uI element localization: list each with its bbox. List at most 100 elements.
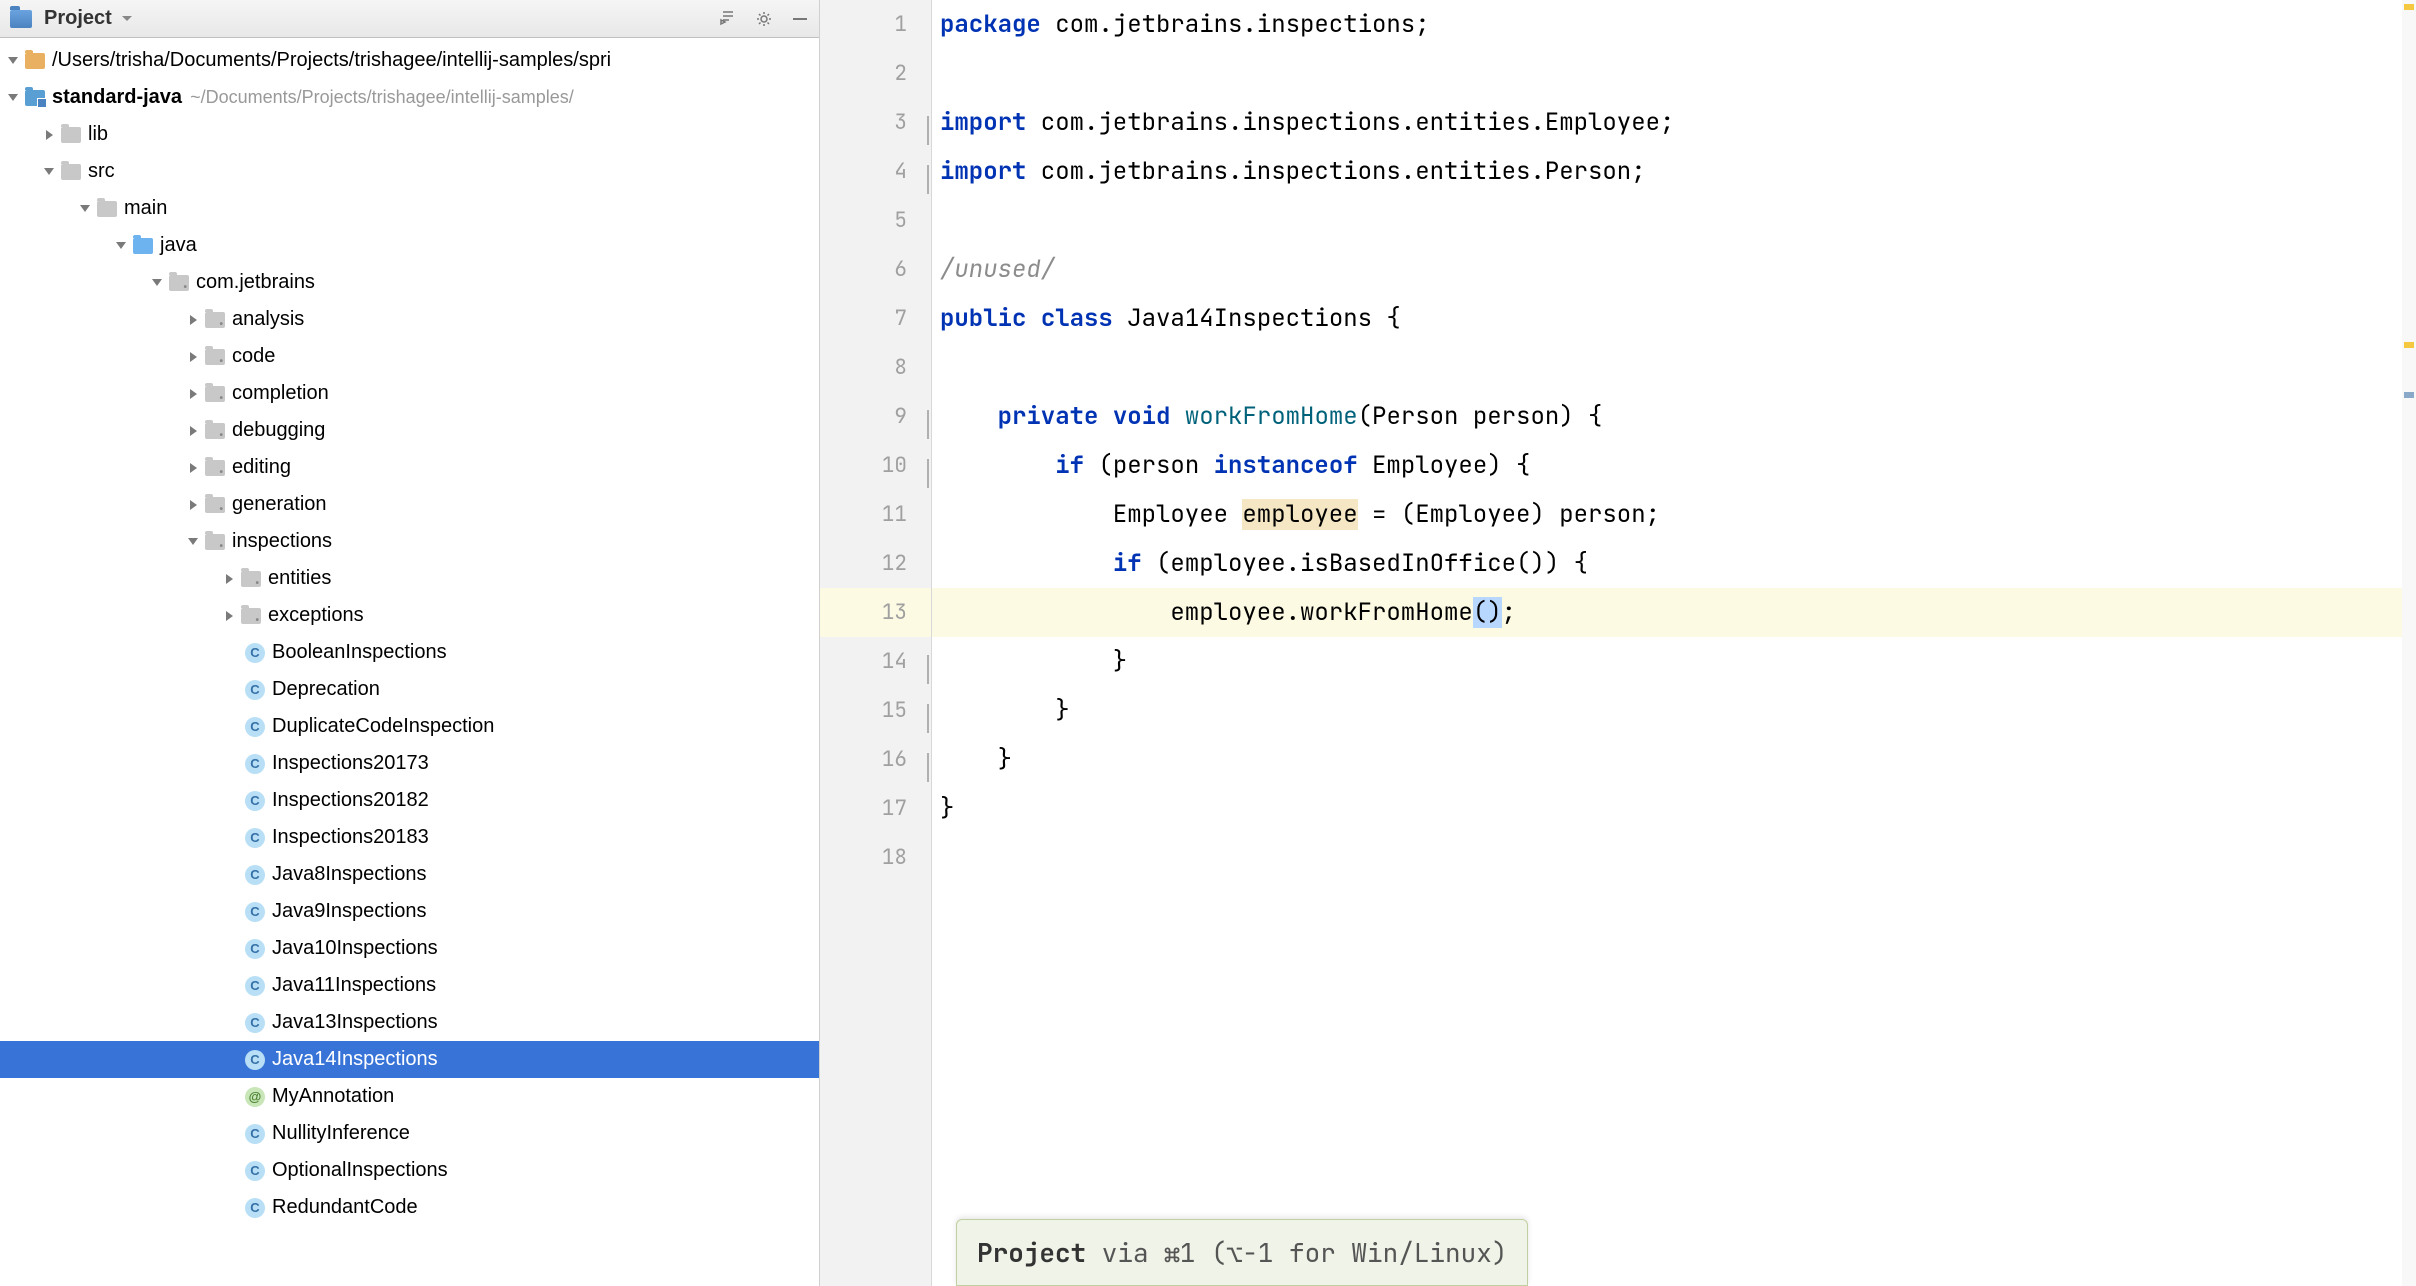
tree-folder-main[interactable]: main	[0, 190, 819, 227]
gutter-line-number[interactable]: 11	[820, 490, 931, 539]
disclosure-collapsed-icon[interactable]	[222, 609, 236, 623]
disclosure-collapsed-icon[interactable]	[186, 387, 200, 401]
gutter-line-number[interactable]: 18	[820, 833, 931, 882]
tree-module[interactable]: standard-java ~/Documents/Projects/trish…	[0, 79, 819, 116]
gutter-line-number[interactable]: 12	[820, 539, 931, 588]
tree-package-analysis[interactable]: analysis	[0, 301, 819, 338]
disclosure-expanded-icon[interactable]	[186, 535, 200, 549]
code-area[interactable]: package com.jetbrains.inspections; impor…	[932, 0, 2416, 1286]
gutter-line-number[interactable]: 17	[820, 784, 931, 833]
tree-class-nullity-inference[interactable]: C NullityInference	[0, 1115, 819, 1152]
tree-package-com-jetbrains[interactable]: com.jetbrains	[0, 264, 819, 301]
gear-icon[interactable]	[755, 10, 773, 28]
code-line[interactable]: /unused/	[932, 245, 2416, 294]
tree-class-java8-inspections[interactable]: C Java8Inspections	[0, 856, 819, 893]
fold-toggle-icon[interactable]	[927, 704, 929, 733]
fold-toggle-icon[interactable]	[927, 753, 929, 782]
tree-package-inspections[interactable]: inspections	[0, 523, 819, 560]
code-line[interactable]: Employee employee = (Employee) person;	[932, 490, 2416, 539]
warning-marker[interactable]	[2404, 342, 2414, 348]
tree-folder-lib[interactable]: lib	[0, 116, 819, 153]
fold-toggle-icon[interactable]	[927, 116, 929, 145]
gutter-line-number[interactable]: 1	[820, 0, 931, 49]
code-line[interactable]	[932, 343, 2416, 392]
disclosure-collapsed-icon[interactable]	[186, 498, 200, 512]
gutter-line-number[interactable]: 8	[820, 343, 931, 392]
tree-class-java9-inspections[interactable]: C Java9Inspections	[0, 893, 819, 930]
project-view-selector[interactable]: Project	[10, 7, 711, 30]
editor[interactable]: 1 2 3 4 5 6 7 8 9 10 11 12 13 14 15 16 1…	[820, 0, 2416, 1286]
tree-class-inspections20173[interactable]: C Inspections20173	[0, 745, 819, 782]
tree-annotation-my-annotation[interactable]: @ MyAnnotation	[0, 1078, 819, 1115]
disclosure-expanded-icon[interactable]	[42, 165, 56, 179]
code-line[interactable]: private void workFromHome(Person person)…	[932, 392, 2416, 441]
code-line[interactable]: import com.jetbrains.inspections.entitie…	[932, 98, 2416, 147]
tree-class-optional-inspections[interactable]: C OptionalInspections	[0, 1152, 819, 1189]
tree-class-java11-inspections[interactable]: C Java11Inspections	[0, 967, 819, 1004]
tree-class-redundant-code[interactable]: C RedundantCode	[0, 1189, 819, 1226]
tree-class-inspections20182[interactable]: C Inspections20182	[0, 782, 819, 819]
tree-class-java10-inspections[interactable]: C Java10Inspections	[0, 930, 819, 967]
disclosure-expanded-icon[interactable]	[6, 54, 20, 68]
code-line[interactable]	[932, 196, 2416, 245]
code-line[interactable]	[932, 49, 2416, 98]
tree-folder-src[interactable]: src	[0, 153, 819, 190]
code-line-current[interactable]: employee.workFromHome();	[932, 588, 2416, 637]
tree-root-folder[interactable]: /Users/trisha/Documents/Projects/trishag…	[0, 42, 819, 79]
fold-toggle-icon[interactable]	[927, 459, 929, 488]
tree-package-entities[interactable]: entities	[0, 560, 819, 597]
info-marker[interactable]	[2404, 392, 2414, 398]
tree-class-java13-inspections[interactable]: C Java13Inspections	[0, 1004, 819, 1041]
editor-gutter[interactable]: 1 2 3 4 5 6 7 8 9 10 11 12 13 14 15 16 1…	[820, 0, 932, 1286]
code-line[interactable]: }	[932, 637, 2416, 686]
disclosure-collapsed-icon[interactable]	[186, 313, 200, 327]
tree-package-completion[interactable]: completion	[0, 375, 819, 412]
code-line[interactable]: public class Java14Inspections {	[932, 294, 2416, 343]
tree-class-java14-inspections[interactable]: C Java14Inspections	[0, 1041, 819, 1078]
tree-folder-java[interactable]: java	[0, 227, 819, 264]
code-line[interactable]: package com.jetbrains.inspections;	[932, 0, 2416, 49]
tree-class-boolean-inspections[interactable]: C BooleanInspections	[0, 634, 819, 671]
disclosure-collapsed-icon[interactable]	[222, 572, 236, 586]
tree-package-generation[interactable]: generation	[0, 486, 819, 523]
gutter-line-number[interactable]: 6	[820, 245, 931, 294]
tree-package-editing[interactable]: editing	[0, 449, 819, 486]
disclosure-expanded-icon[interactable]	[78, 202, 92, 216]
gutter-line-number[interactable]: 15	[820, 686, 931, 735]
gutter-line-number[interactable]: 10	[820, 441, 931, 490]
disclosure-collapsed-icon[interactable]	[186, 350, 200, 364]
tree-package-code[interactable]: code	[0, 338, 819, 375]
minimize-icon[interactable]	[791, 10, 809, 28]
code-line[interactable]: if (person instanceof Employee) {	[932, 441, 2416, 490]
code-line[interactable]: }	[932, 686, 2416, 735]
disclosure-expanded-icon[interactable]	[150, 276, 164, 290]
code-line[interactable]: }	[932, 784, 2416, 833]
tree-class-inspections20183[interactable]: C Inspections20183	[0, 819, 819, 856]
fold-toggle-icon[interactable]	[927, 655, 929, 684]
code-line[interactable]: import com.jetbrains.inspections.entitie…	[932, 147, 2416, 196]
gutter-line-number[interactable]: 4	[820, 147, 931, 196]
gutter-line-number[interactable]: 5	[820, 196, 931, 245]
tree-class-duplicate-code-inspection[interactable]: C DuplicateCodeInspection	[0, 708, 819, 745]
tree-class-deprecation[interactable]: C Deprecation	[0, 671, 819, 708]
gutter-line-number[interactable]: 2	[820, 49, 931, 98]
disclosure-expanded-icon[interactable]	[114, 239, 128, 253]
warning-marker[interactable]	[2404, 4, 2414, 10]
gutter-line-number[interactable]: 7	[820, 294, 931, 343]
disclosure-collapsed-icon[interactable]	[186, 424, 200, 438]
code-line[interactable]: }	[932, 735, 2416, 784]
disclosure-expanded-icon[interactable]	[6, 91, 20, 105]
disclosure-collapsed-icon[interactable]	[186, 461, 200, 475]
project-tree[interactable]: /Users/trisha/Documents/Projects/trishag…	[0, 38, 819, 1286]
fold-toggle-icon[interactable]	[927, 410, 929, 439]
tree-package-exceptions[interactable]: exceptions	[0, 597, 819, 634]
fold-toggle-icon[interactable]	[927, 165, 929, 194]
gutter-line-number[interactable]: 9	[820, 392, 931, 441]
gutter-line-number[interactable]: 13	[820, 588, 931, 637]
code-line[interactable]: if (employee.isBasedInOffice()) {	[932, 539, 2416, 588]
scroll-to-source-icon[interactable]	[719, 10, 737, 28]
tree-package-debugging[interactable]: debugging	[0, 412, 819, 449]
gutter-line-number[interactable]: 16	[820, 735, 931, 784]
disclosure-collapsed-icon[interactable]	[42, 128, 56, 142]
gutter-line-number[interactable]: 3	[820, 98, 931, 147]
